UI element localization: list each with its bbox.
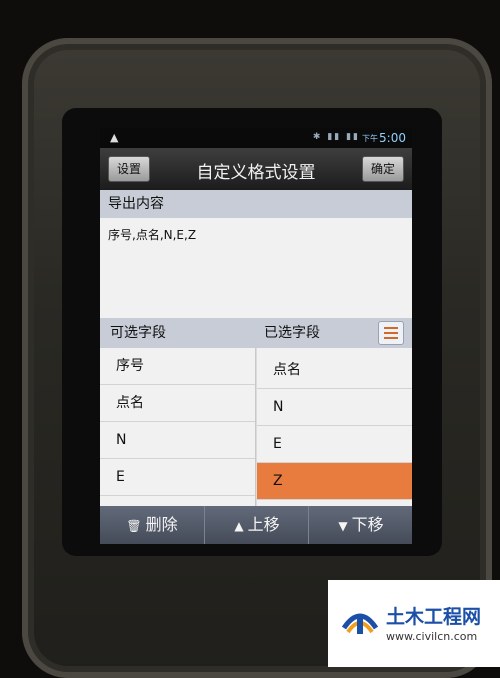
watermark-logo-icon — [341, 613, 379, 634]
list-item[interactable]: E — [257, 426, 412, 463]
move-up-button[interactable]: ▲ 上移 — [204, 506, 309, 544]
watermark: 土木工程网 www.civilcn.com — [328, 580, 500, 667]
move-down-button[interactable]: ▼ 下移 — [308, 506, 412, 544]
status-time: 5:00 — [379, 131, 406, 145]
arrow-up-icon: ▲ — [234, 519, 244, 533]
list-item[interactable]: N — [100, 422, 255, 459]
output-content-value: 序号,点名,N,E,Z — [108, 228, 197, 242]
list-item[interactable]: N — [257, 389, 412, 426]
output-content-field[interactable]: 序号,点名,N,E,Z — [100, 218, 412, 318]
watermark-name: 土木工程网 — [386, 606, 482, 628]
move-up-label: 上移 — [247, 515, 280, 534]
list-item-selected[interactable]: Z — [257, 463, 412, 500]
delete-label: 删除 — [145, 515, 178, 534]
selected-fields-list: 点名 N E Z — [257, 348, 412, 506]
trash-icon: 🗑 — [126, 519, 142, 533]
status-bar: ▲ ✱ ▮▮ ▮▮ 下午 5:00 — [100, 128, 412, 148]
move-down-label: 下移 — [351, 515, 384, 534]
title-bar: 设置 自定义格式设置 确定 — [100, 148, 412, 190]
confirm-button[interactable]: 确定 — [361, 156, 404, 182]
list-item[interactable]: 序号 — [100, 348, 255, 385]
list-item[interactable]: 点名 — [100, 385, 255, 422]
signal-icons: ✱ ▮▮ ▮▮ — [312, 132, 360, 142]
output-content-header: 导出内容 — [100, 190, 412, 218]
list-item[interactable]: 点名 — [257, 352, 412, 389]
arrow-down-icon: ▼ — [338, 519, 348, 533]
phone-screen: ▲ ✱ ▮▮ ▮▮ 下午 5:00 设置 自定义格式设置 确定 导出内容 序号,… — [100, 128, 412, 544]
available-fields-list: 序号 点名 N E — [100, 348, 256, 506]
list-item[interactable]: E — [100, 459, 255, 496]
page-title: 自定义格式设置 — [196, 163, 316, 183]
available-fields-header: 可选字段 — [100, 318, 256, 348]
delete-button[interactable]: 🗑 删除 — [100, 506, 204, 544]
bottom-action-bar: 🗑 删除 ▲ 上移 ▼ 下移 — [100, 506, 412, 544]
selected-fields-header-label: 已选字段 — [264, 325, 320, 341]
warning-triangle-icon: ▲ — [110, 131, 119, 144]
status-ampm: 下午 — [362, 134, 378, 143]
watermark-url: www.civilcn.com — [386, 630, 478, 643]
checklist-icon[interactable] — [378, 321, 404, 345]
selected-fields-header: 已选字段 — [256, 318, 412, 348]
settings-button[interactable]: 设置 — [108, 156, 151, 182]
